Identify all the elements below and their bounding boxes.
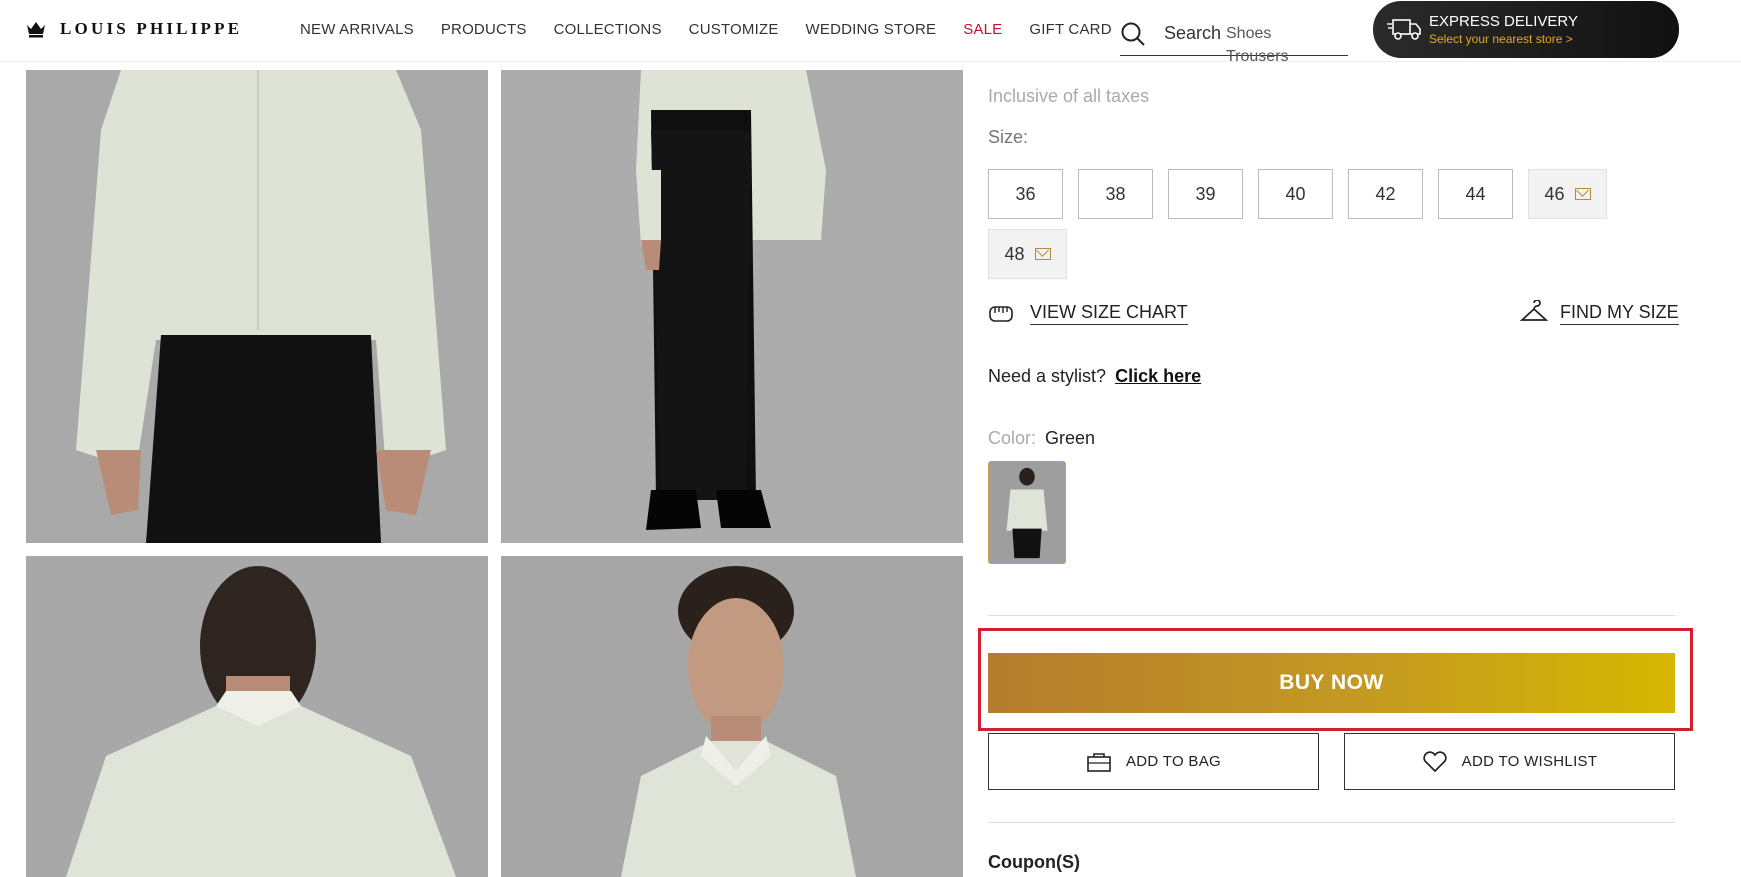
shirt-torso-illustration xyxy=(76,70,446,543)
view-size-chart-link[interactable]: VIEW SIZE CHART xyxy=(988,302,1188,325)
measuring-tape-icon xyxy=(989,305,1013,322)
size-option-39[interactable]: 39 xyxy=(1168,169,1243,219)
add-to-bag-button[interactable]: ADD TO BAG xyxy=(988,733,1319,790)
color-label: Color: xyxy=(988,428,1037,448)
add-to-wishlist-label: ADD TO WISHLIST xyxy=(1461,753,1598,770)
size-option-46[interactable]: 46 xyxy=(1528,169,1607,219)
nav-wedding-store[interactable]: WEDDING STORE xyxy=(806,21,937,38)
tax-note: Inclusive of all taxes xyxy=(988,86,1150,106)
notify-mail-icon xyxy=(1034,248,1051,260)
size-option-label: 44 xyxy=(1465,183,1486,204)
search-suggestion[interactable]: Trousers xyxy=(1226,48,1289,66)
stylist-click-here-link[interactable]: Click here xyxy=(1115,366,1201,386)
buy-now-button[interactable]: BUY NOW xyxy=(988,653,1675,713)
product-image-portrait[interactable] xyxy=(501,556,963,877)
add-to-wishlist-button[interactable]: ADD TO WISHLIST xyxy=(1344,733,1675,790)
find-my-size-link[interactable]: FIND MY SIZE xyxy=(1520,300,1679,326)
size-option-38[interactable]: 38 xyxy=(1078,169,1153,219)
nav-collections[interactable]: COLLECTIONS xyxy=(554,21,662,38)
section-divider xyxy=(988,615,1675,616)
coupons-heading: Coupon(S) xyxy=(988,852,1080,872)
search-icon xyxy=(1121,22,1145,46)
express-delivery-button[interactable]: EXPRESS DELIVERY Select your nearest sto… xyxy=(1373,1,1679,58)
color-row: Color: Green xyxy=(988,428,1095,449)
crown-icon xyxy=(27,22,45,38)
brand-logo[interactable]: LOUIS PHILIPPE xyxy=(26,19,242,39)
model-portrait-illustration xyxy=(621,566,856,877)
search-label: Search xyxy=(1164,23,1222,43)
size-option-label: 46 xyxy=(1544,183,1565,204)
express-delivery-subtitle: Select your nearest store > xyxy=(1429,32,1573,46)
product-image-front-torso[interactable] xyxy=(26,70,488,543)
color-swatch-green[interactable] xyxy=(988,461,1066,564)
size-option-40[interactable]: 40 xyxy=(1258,169,1333,219)
size-label: Size: xyxy=(988,127,1029,147)
stylist-prompt: Need a stylist? Click here xyxy=(988,366,1201,387)
size-option-label: 42 xyxy=(1375,183,1396,204)
delivery-truck-icon xyxy=(1387,19,1421,40)
main-nav: NEW ARRIVALS PRODUCTS COLLECTIONS CUSTOM… xyxy=(300,21,1112,38)
size-option-36[interactable]: 36 xyxy=(988,169,1063,219)
size-option-42[interactable]: 42 xyxy=(1348,169,1423,219)
model-full-length-illustration xyxy=(636,70,826,530)
size-option-44[interactable]: 44 xyxy=(1438,169,1513,219)
size-option-label: 38 xyxy=(1105,183,1126,204)
product-image-full-length[interactable] xyxy=(501,70,963,543)
stylist-text: Need a stylist? xyxy=(988,366,1107,386)
notify-mail-icon xyxy=(1574,188,1591,200)
express-delivery-title: EXPRESS DELIVERY xyxy=(1429,13,1578,30)
add-to-bag-label: ADD TO BAG xyxy=(1126,753,1221,770)
view-size-chart-label: VIEW SIZE CHART xyxy=(1030,302,1188,325)
model-back-illustration xyxy=(66,566,456,877)
size-option-label: 36 xyxy=(1015,183,1036,204)
nav-products[interactable]: PRODUCTS xyxy=(441,21,527,38)
color-value: Green xyxy=(1045,428,1096,448)
product-image-back[interactable] xyxy=(26,556,488,877)
size-option-label: 39 xyxy=(1195,183,1216,204)
nav-customize[interactable]: CUSTOMIZE xyxy=(689,21,779,38)
section-divider xyxy=(988,822,1675,823)
site-header: LOUIS PHILIPPE NEW ARRIVALS PRODUCTS COL… xyxy=(0,0,1741,62)
size-option-label: 40 xyxy=(1285,183,1306,204)
heart-icon xyxy=(1423,750,1447,772)
find-my-size-label: FIND MY SIZE xyxy=(1560,302,1679,325)
search-suggestion[interactable]: Shoes xyxy=(1226,25,1271,43)
size-option-48[interactable]: 48 xyxy=(988,229,1067,279)
swatch-thumbnail xyxy=(989,462,1065,563)
brand-name: LOUIS PHILIPPE xyxy=(60,19,243,38)
size-option-label: 48 xyxy=(1004,243,1025,264)
nav-sale[interactable]: SALE xyxy=(963,21,1002,38)
nav-new-arrivals[interactable]: NEW ARRIVALS xyxy=(300,21,414,38)
nav-gift-card[interactable]: GIFT CARD xyxy=(1029,21,1111,38)
bag-icon xyxy=(1087,752,1111,772)
hanger-icon xyxy=(1520,300,1548,321)
